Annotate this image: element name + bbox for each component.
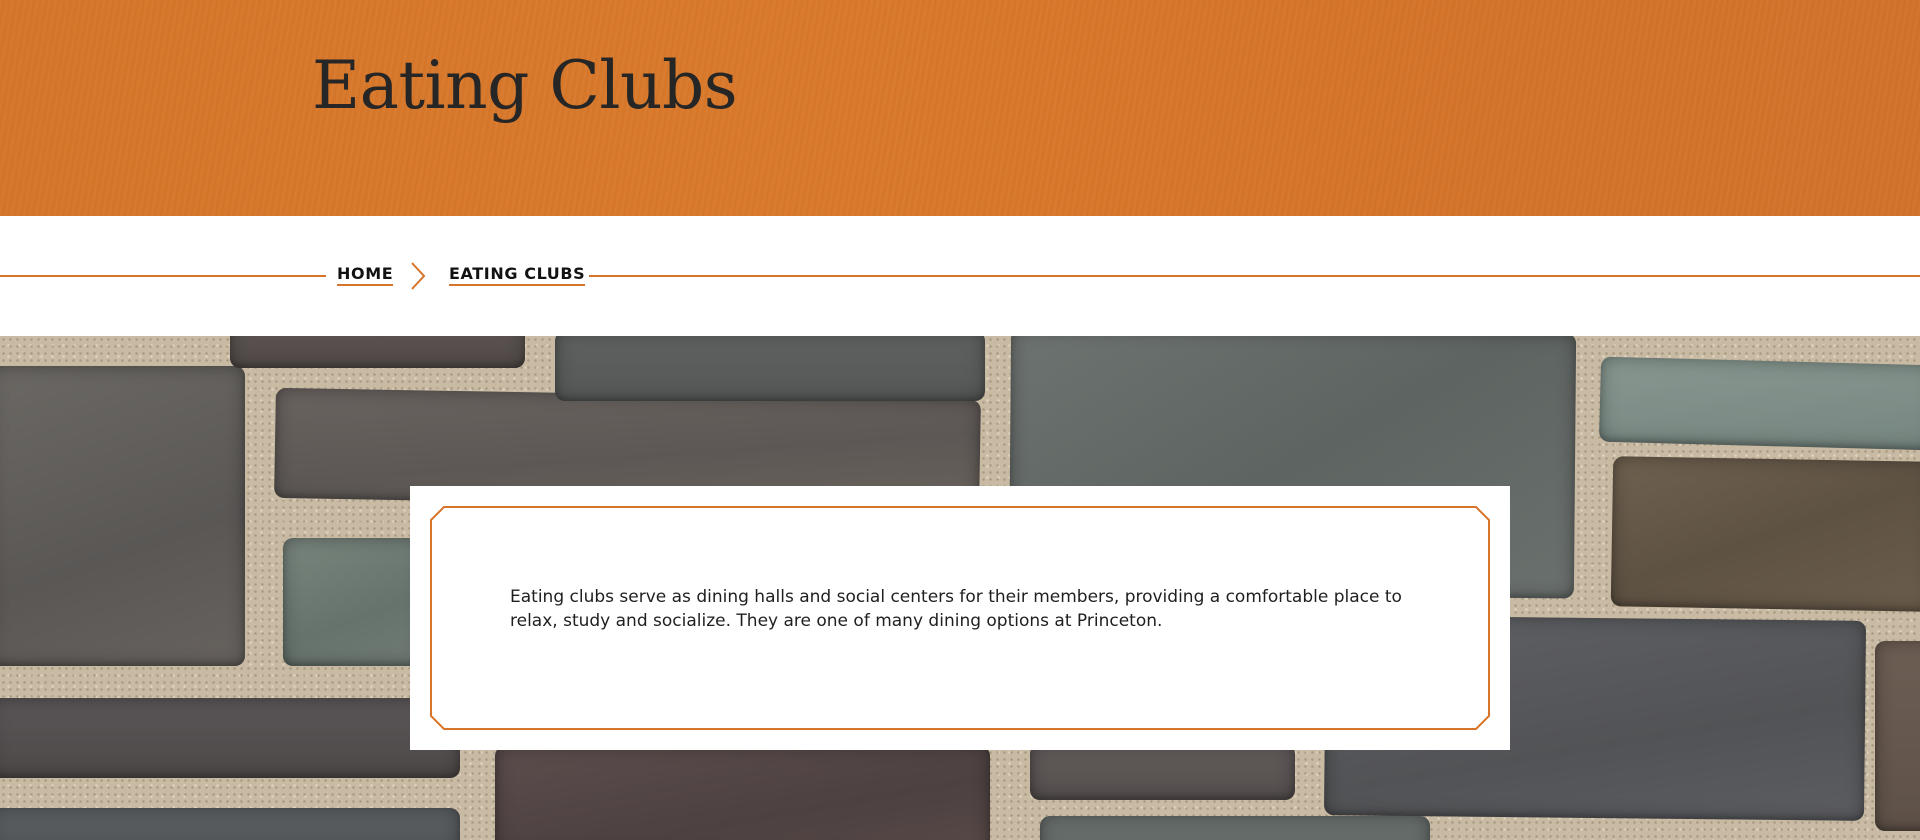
breadcrumb: HOME EATING CLUBS xyxy=(0,216,1920,336)
intro-text: Eating clubs serve as dining halls and s… xyxy=(510,587,1402,631)
stone xyxy=(230,336,525,368)
stone xyxy=(1040,816,1430,840)
stone xyxy=(1610,456,1920,612)
stone xyxy=(283,538,423,666)
breadcrumb-eating-clubs-link[interactable]: EATING CLUBS xyxy=(449,264,586,286)
breadcrumb-home-link[interactable]: HOME xyxy=(337,264,394,286)
intro-card: Eating clubs serve as dining halls and s… xyxy=(410,486,1510,750)
stone xyxy=(1598,356,1920,451)
stone xyxy=(555,336,985,401)
stone xyxy=(1030,744,1295,800)
page-banner: Eating Clubs xyxy=(0,0,1920,216)
page-title: Eating Clubs xyxy=(312,47,738,124)
stone xyxy=(0,808,460,840)
stone xyxy=(0,366,245,666)
chevron-right-icon xyxy=(411,262,426,290)
stone xyxy=(0,698,460,778)
stone xyxy=(1875,641,1920,831)
stone xyxy=(495,746,990,840)
breadcrumb-rule-left xyxy=(0,275,326,277)
breadcrumb-rule-right xyxy=(589,275,1920,277)
